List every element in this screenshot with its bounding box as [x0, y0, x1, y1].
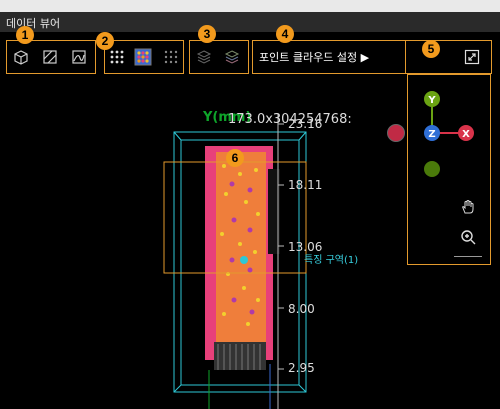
- badge-6: 6: [226, 149, 244, 167]
- panel-divider: [454, 256, 482, 257]
- rotate-handle[interactable]: [387, 124, 405, 142]
- layer-stack-color-button[interactable]: [222, 47, 242, 67]
- feature-region-label: 특징 구역(1): [304, 255, 359, 266]
- color-map-icon: [134, 48, 152, 66]
- expand-icon: [464, 49, 480, 65]
- color-mode-group: [104, 40, 184, 74]
- axis-tick: 2.95: [288, 361, 315, 375]
- axis-tick: 23.16: [288, 117, 323, 131]
- axis-y-letter: Y: [427, 95, 436, 106]
- badge-3: 3: [198, 25, 216, 43]
- dot-grid-icon: [110, 50, 124, 64]
- view-mode-group: [6, 40, 96, 74]
- zoom-button[interactable]: [458, 227, 478, 247]
- expand-group: [406, 40, 492, 74]
- badge-4: 4: [276, 25, 294, 43]
- badge-5: 5: [422, 40, 440, 58]
- layer-stack-button[interactable]: [194, 47, 214, 67]
- diagonal-hatch-icon: [43, 50, 57, 64]
- axis-tick: 18.11: [288, 178, 323, 192]
- pan-button[interactable]: [458, 197, 478, 217]
- hand-pan-icon: [462, 200, 474, 214]
- point-cloud-settings-group: 포인트 클라우드 설정 ▶: [252, 40, 406, 74]
- navigation-panel: Y Z X: [407, 74, 491, 265]
- axis-tick: 8.00: [288, 302, 315, 316]
- badge-1: 1: [16, 26, 34, 44]
- sparse-dot-icon: [164, 50, 178, 64]
- cube-view-icon: [14, 50, 28, 65]
- layer-group: [189, 40, 249, 74]
- dot-grid-button[interactable]: [107, 47, 127, 67]
- surface-view-button[interactable]: [69, 47, 89, 67]
- hatch-view-button[interactable]: [40, 47, 60, 67]
- window-title: 데이터 뷰어: [6, 17, 61, 30]
- sparse-dot-button[interactable]: [161, 47, 181, 67]
- axes-gizmo[interactable]: Y Z X: [408, 75, 492, 185]
- window-titlebar: 데이터 뷰어: [0, 0, 500, 32]
- badge-2: 2: [96, 32, 114, 50]
- axis-z-letter: Z: [428, 129, 435, 140]
- cube-view-button[interactable]: [11, 47, 31, 67]
- axis-x-letter: X: [462, 129, 470, 140]
- layer-stack-color-icon: [224, 50, 240, 64]
- layer-stack-icon: [196, 50, 212, 64]
- surface-curve-icon: [72, 50, 86, 64]
- zoom-in-icon: [461, 230, 476, 245]
- expand-button[interactable]: [462, 47, 482, 67]
- point-cloud-settings-button[interactable]: 포인트 클라우드 설정 ▶: [259, 49, 369, 65]
- color-map-button[interactable]: [133, 47, 153, 67]
